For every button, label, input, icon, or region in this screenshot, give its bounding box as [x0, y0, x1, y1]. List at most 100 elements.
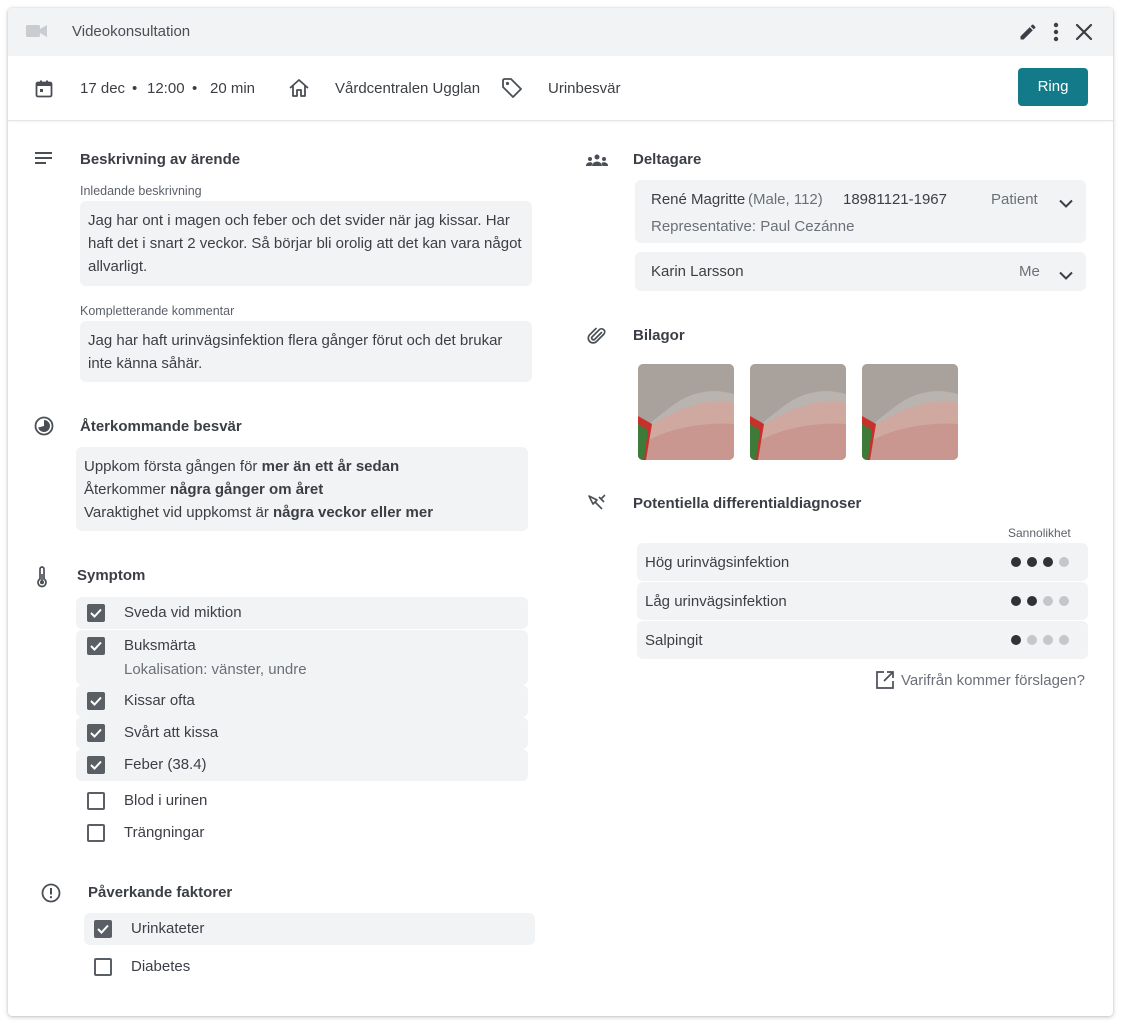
checkbox-checked[interactable]: [87, 724, 105, 742]
info-bar: 17 dec • 12:00 • 20 min Vårdcentralen Ug…: [8, 56, 1113, 121]
participant-role: Patient: [991, 191, 1038, 208]
open-external-icon[interactable]: [875, 670, 895, 695]
symptom-row[interactable]: Blod i urinen: [76, 785, 528, 817]
checkbox-unchecked[interactable]: [94, 958, 112, 976]
attachment-thumbnail[interactable]: [638, 364, 734, 460]
symptom-label: Trängningar: [124, 824, 205, 841]
likelihood-dot: [1043, 635, 1053, 645]
symptom-row[interactable]: Kissar ofta: [76, 685, 528, 717]
symptoms-heading: Symptom: [77, 567, 146, 584]
likelihood-dot: [1059, 635, 1069, 645]
checkbox-checked[interactable]: [87, 604, 105, 622]
likelihood-dot: [1027, 596, 1037, 606]
videocam-icon: [26, 24, 48, 43]
likelihood-dot: [1043, 557, 1053, 567]
symptom-label: Svårt att kissa: [124, 724, 219, 741]
title-bar: Videokonsultation: [8, 8, 1113, 56]
participant-meta: (Male, 112): [748, 191, 823, 208]
tag-text: Urinbesvär: [548, 80, 621, 97]
chevron-down-icon[interactable]: [1059, 267, 1073, 285]
symptom-row[interactable]: Svårt att kissa: [76, 717, 528, 749]
warning-icon: [41, 883, 61, 908]
source-link[interactable]: Varifrån kommer förslagen?: [901, 672, 1085, 689]
participants-heading: Deltagare: [633, 151, 702, 168]
diagnosis-label: Salpingit: [645, 632, 703, 649]
symptom-row[interactable]: Buksmärta Lokalisation: vänster, undre: [76, 630, 528, 685]
likelihood-dot: [1011, 557, 1021, 567]
thermometer-icon: [35, 566, 49, 593]
checkbox-checked[interactable]: [87, 637, 105, 655]
checkbox-checked[interactable]: [87, 756, 105, 774]
symptom-label: Sveda vid miktion: [124, 604, 242, 621]
factor-label: Urinkateter: [131, 920, 205, 937]
symptom-label: Blod i urinen: [124, 792, 208, 809]
call-button[interactable]: Ring: [1018, 68, 1088, 106]
likelihood-label: Sannolikhet: [1008, 526, 1071, 540]
likelihood-dot: [1027, 557, 1037, 567]
diagnosis-row: Hög urinvägsinfektion: [637, 543, 1088, 581]
participant-role: Me: [1019, 263, 1040, 280]
comment-label: Kompletterande kommentar: [80, 304, 235, 318]
initial-description-box: Jag har ont i magen och feber och det sv…: [80, 201, 532, 286]
recurring-box: Uppkom första gången för mer än ett år s…: [76, 447, 528, 531]
close-icon[interactable]: [1074, 22, 1094, 47]
stethoscope-icon: [587, 494, 607, 519]
duration-text: 20 min: [210, 80, 256, 97]
likelihood-dot: [1027, 635, 1037, 645]
factor-row[interactable]: Diabetes: [84, 951, 535, 983]
comment-text: Jag har haft urinvägsinfektion flera gån…: [88, 332, 503, 372]
separator: •: [192, 80, 198, 97]
checkbox-unchecked[interactable]: [87, 792, 105, 810]
home-icon: [288, 78, 310, 103]
checkbox-checked[interactable]: [87, 692, 105, 710]
recurring-line: Återkommer några gånger om året: [84, 481, 324, 498]
window-title: Videokonsultation: [72, 23, 191, 40]
separator: •: [132, 80, 138, 97]
diagnosis-label: Låg urinvägsinfektion: [645, 593, 787, 610]
factor-row[interactable]: Urinkateter: [84, 913, 535, 945]
attachment-thumbnail[interactable]: [862, 364, 958, 460]
likelihood-dot: [1059, 596, 1069, 606]
symptom-row[interactable]: Trängningar: [76, 817, 528, 849]
description-heading: Beskrivning av ärende: [80, 151, 241, 168]
participant-card[interactable]: Karin Larsson Me: [635, 252, 1086, 291]
more-vert-icon[interactable]: [1052, 22, 1060, 47]
attachments-heading: Bilagor: [633, 327, 685, 344]
recurring-icon: [34, 416, 54, 441]
checkbox-unchecked[interactable]: [87, 824, 105, 842]
recurring-line: Varaktighet vid uppkomst är några veckor…: [84, 504, 434, 521]
tag-icon: [501, 77, 523, 104]
consultation-card: Videokonsultation 17 dec • 12:00 • 20 mi…: [8, 8, 1113, 1016]
participant-representative: Representative: Paul Cezánne: [651, 218, 855, 235]
comment-box: Jag har haft urinvägsinfektion flera gån…: [80, 321, 532, 382]
diagnosis-row: Låg urinvägsinfektion: [637, 582, 1088, 620]
likelihood-dot: [1059, 557, 1069, 567]
likelihood-dot: [1043, 596, 1053, 606]
symptom-label: Buksmärta: [124, 637, 196, 654]
diagnosis-label: Hög urinvägsinfektion: [645, 554, 790, 571]
edit-icon[interactable]: [1018, 22, 1038, 47]
clinic-text: Vårdcentralen Ugglan: [335, 80, 481, 97]
participant-name: René Magritte: [651, 191, 746, 208]
participant-card[interactable]: René Magritte (Male, 112) 18981121-1967 …: [635, 180, 1086, 243]
factor-label: Diabetes: [131, 958, 191, 975]
diagnoses-heading: Potentiella differentialdiagnoser: [633, 495, 862, 512]
chevron-down-icon[interactable]: [1059, 195, 1073, 213]
likelihood-dot: [1011, 596, 1021, 606]
symptom-row[interactable]: Sveda vid miktion: [76, 597, 528, 629]
description-icon: [35, 151, 53, 170]
initial-description-text: Jag har ont i magen och feber och det sv…: [88, 212, 522, 275]
calendar-icon: [35, 80, 53, 103]
checkbox-checked[interactable]: [94, 920, 112, 938]
people-icon: [585, 153, 609, 171]
paperclip-icon: [587, 326, 607, 351]
attachment-thumbnail[interactable]: [750, 364, 846, 460]
recurring-heading: Återkommande besvär: [80, 418, 242, 435]
likelihood-dot: [1011, 635, 1021, 645]
date-text: 17 dec: [80, 80, 126, 97]
participant-name: Karin Larsson: [651, 263, 744, 280]
diagnosis-row: Salpingit: [637, 621, 1088, 659]
symptom-row[interactable]: Feber (38.4): [76, 749, 528, 781]
factors-heading: Påverkande faktorer: [88, 884, 233, 901]
symptom-label: Kissar ofta: [124, 692, 195, 709]
